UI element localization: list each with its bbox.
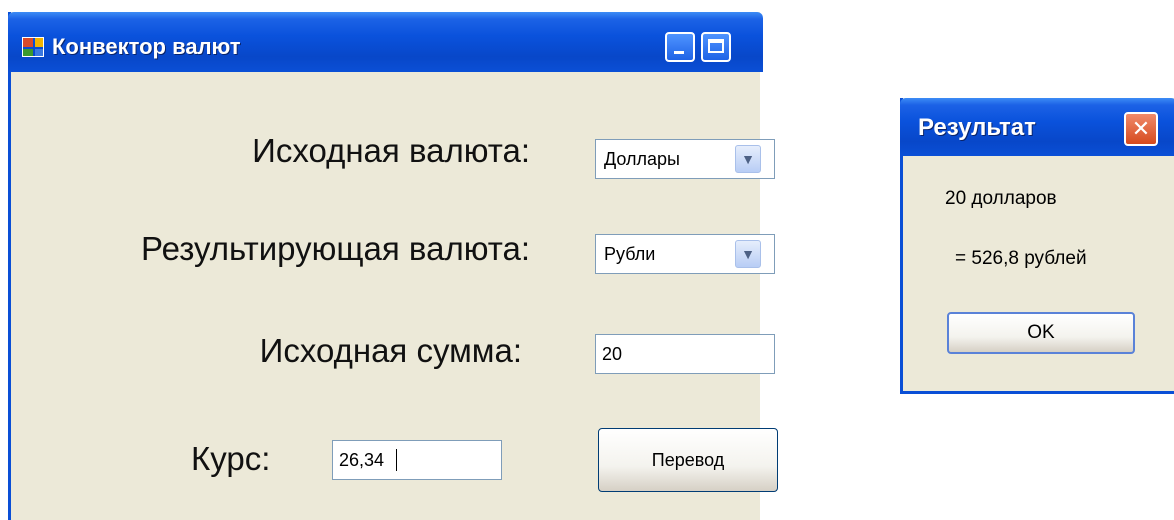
app-icon [22, 37, 44, 57]
minimize-button[interactable] [665, 32, 695, 62]
target-currency-label: Результирующая валюта: [141, 230, 530, 267]
chevron-down-icon[interactable]: ▼ [735, 240, 761, 268]
maximize-button[interactable] [701, 32, 731, 62]
chevron-down-icon[interactable]: ▼ [735, 145, 761, 173]
result-line-2: = 526,8 рублей [955, 248, 1087, 269]
rate-value: 26,34 [339, 450, 385, 470]
source-currency-select[interactable]: Доллары ▼ [595, 139, 775, 179]
rate-input[interactable]: 26,34 [332, 440, 502, 480]
result-titlebar[interactable]: Результат ✕ [900, 98, 1174, 156]
result-dialog: Результат ✕ 20 долларов = 526,8 рублей O… [900, 98, 1174, 394]
target-currency-value: Рубли [604, 244, 656, 264]
amount-label: Исходная сумма: [259, 332, 522, 369]
ok-button[interactable]: OK [947, 312, 1135, 354]
source-currency-label: Исходная валюта: [252, 132, 530, 169]
convert-button[interactable]: Перевод [598, 428, 778, 492]
result-line-1: 20 долларов [945, 188, 1057, 209]
converter-window: Конвектор валют Исходная валюта: Доллары… [8, 12, 778, 520]
amount-value: 20 [602, 344, 623, 364]
window-title: Конвектор валют [52, 34, 241, 59]
rate-label: Курс: [191, 440, 271, 477]
amount-input[interactable]: 20 [595, 334, 775, 374]
dialog-title: Результат [918, 114, 1036, 141]
converter-titlebar[interactable]: Конвектор валют [8, 12, 763, 72]
target-currency-select[interactable]: Рубли ▼ [595, 234, 775, 274]
close-icon[interactable]: ✕ [1124, 112, 1158, 146]
source-currency-value: Доллары [604, 149, 680, 169]
text-caret [396, 449, 397, 471]
